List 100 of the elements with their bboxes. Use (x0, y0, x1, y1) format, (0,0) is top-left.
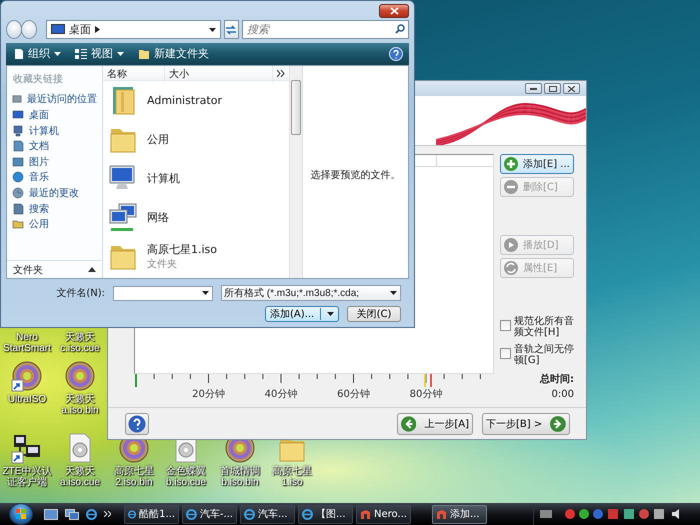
dropdown-icon (202, 291, 209, 296)
nav-link-label[interactable]: 音乐 (29, 170, 49, 184)
nav-link[interactable]: 桌面 (7, 107, 102, 123)
views-icon (75, 48, 87, 59)
nav-link[interactable]: 图片 (7, 154, 102, 170)
changes-icon (12, 186, 24, 199)
dialog-button[interactable]: 关闭(C) (347, 306, 401, 322)
nav-link-label[interactable]: 最近的更改 (29, 186, 79, 200)
toolbar-button[interactable]: 组织 (12, 45, 63, 62)
browser-icon (244, 508, 255, 520)
file-item[interactable]: 高原七星1.iso 文件夹 (103, 236, 289, 276)
taskbar-button[interactable]: 添加... (432, 504, 487, 524)
nav-link-label[interactable]: 搜索 (29, 202, 49, 216)
nav-link[interactable]: 公用 (7, 216, 102, 232)
back-button[interactable]: 上一步[A] (397, 412, 473, 434)
scrollbar[interactable] (289, 66, 302, 278)
address-bar[interactable]: 桌面 (46, 20, 221, 40)
forward-button[interactable] (21, 20, 38, 40)
chevron-right-icon (95, 26, 100, 34)
minimize-button[interactable] (525, 83, 542, 94)
maximize-icon (548, 86, 556, 92)
toolbar-button[interactable]: 新建文件夹 (136, 45, 211, 62)
file-name: Administrator (147, 94, 222, 107)
nav-link[interactable]: 文档 (7, 138, 102, 154)
total-time-value: 0:00 (552, 389, 574, 400)
dropdown-icon (390, 291, 397, 296)
switch-windows-button[interactable] (63, 508, 81, 520)
ruler-label: 40分钟 (264, 388, 298, 401)
split-button[interactable]: 添加(A)... (265, 306, 339, 322)
browser-icon (86, 508, 97, 520)
start-button[interactable] (9, 503, 33, 525)
nav-link[interactable]: 最近的更改 (7, 185, 102, 201)
more-button[interactable] (102, 511, 113, 517)
ruler-label: 80分钟 (408, 388, 444, 401)
file-name: 计算机 (147, 170, 180, 186)
nav-link-label[interactable]: 文档 (29, 139, 49, 154)
taskbar-button[interactable]: 汽车-... (182, 504, 237, 524)
browser-icon (302, 508, 313, 520)
folders-toggle[interactable]: 文件夹 (7, 260, 102, 278)
nav-link[interactable]: 最近访问的位置 (7, 92, 102, 108)
action-button[interactable]: 添加[E] ... (500, 154, 574, 174)
file-item[interactable]: 网络 (103, 198, 289, 237)
file-type-select[interactable]: 所有格式 (*.m3u;*.m3u8;*.cda; (221, 285, 401, 302)
desktop-icon (44, 508, 58, 520)
desktop-icon (51, 24, 66, 36)
nav-link-label[interactable]: 计算机 (29, 124, 59, 138)
toolbar-button[interactable]: 视图 (73, 45, 126, 62)
flag-icon (16, 509, 26, 519)
folders-label: 文件夹 (13, 264, 43, 277)
dropdown-icon (208, 28, 216, 32)
maximize-button[interactable] (544, 83, 561, 94)
browser-button[interactable] (84, 508, 99, 520)
nav-link-label[interactable]: 公用 (29, 217, 49, 232)
nav-link-label[interactable]: 最近访问的位置 (27, 92, 97, 106)
ruler-label: 60分钟 (336, 388, 371, 401)
nav-link[interactable]: 计算机 (7, 122, 102, 138)
option-checkbox[interactable]: 规范化所有音频文件[H] (500, 316, 576, 338)
search-field[interactable]: 搜索 (242, 20, 410, 40)
desktop-icon (12, 108, 24, 121)
plus-icon (504, 157, 518, 171)
caret-icon (327, 312, 334, 316)
back-button[interactable] (6, 20, 22, 40)
field-label: 文件名(N): (56, 286, 105, 300)
filename-field[interactable] (113, 286, 213, 301)
taskbar-button[interactable]: 【图... (298, 504, 353, 524)
play-icon (504, 238, 518, 252)
file-name: 高原七星1.iso (147, 242, 218, 257)
checkbox[interactable] (500, 320, 511, 331)
taskbar-button[interactable]: 酷酷1... (124, 504, 179, 524)
breadcrumb-item[interactable]: 桌面 (69, 22, 92, 38)
help-button[interactable] (125, 412, 149, 434)
minimize-icon (530, 88, 537, 90)
nav-link-label[interactable]: 桌面 (29, 108, 49, 122)
total-time-label: 总时间: (540, 372, 574, 386)
help-icon (389, 46, 403, 61)
taskbar-button[interactable]: Nero... (356, 504, 411, 524)
refresh-icon (225, 24, 238, 35)
nav-link-label[interactable]: 图片 (29, 154, 49, 169)
file-item[interactable]: 公用 (103, 120, 289, 159)
show-desktop-button[interactable] (42, 508, 60, 520)
option-checkbox[interactable]: 音轨之间无停顿[G] (500, 344, 576, 366)
close-button[interactable] (379, 4, 409, 18)
minus-icon (504, 180, 518, 194)
file-item[interactable]: 计算机 (103, 158, 289, 198)
computer-icon (12, 124, 24, 137)
nav-link[interactable]: 搜索 (7, 200, 102, 216)
close-button[interactable] (563, 83, 580, 94)
column-header[interactable]: 名称 (103, 66, 165, 82)
refresh-button[interactable] (224, 20, 240, 40)
documents-icon (12, 140, 24, 152)
next-button[interactable]: 下一步[B] > (482, 412, 570, 434)
nav-link[interactable]: 音乐 (7, 170, 102, 186)
taskbar-button[interactable]: 汽车... (240, 504, 295, 524)
checkbox[interactable] (500, 348, 511, 359)
column-header[interactable]: 大小 (165, 66, 273, 82)
file-name: 公用 (147, 132, 169, 147)
page-icon (14, 48, 24, 60)
caret-icon (54, 52, 61, 56)
file-item[interactable]: Administrator (103, 80, 289, 120)
browser-icon (128, 508, 136, 520)
